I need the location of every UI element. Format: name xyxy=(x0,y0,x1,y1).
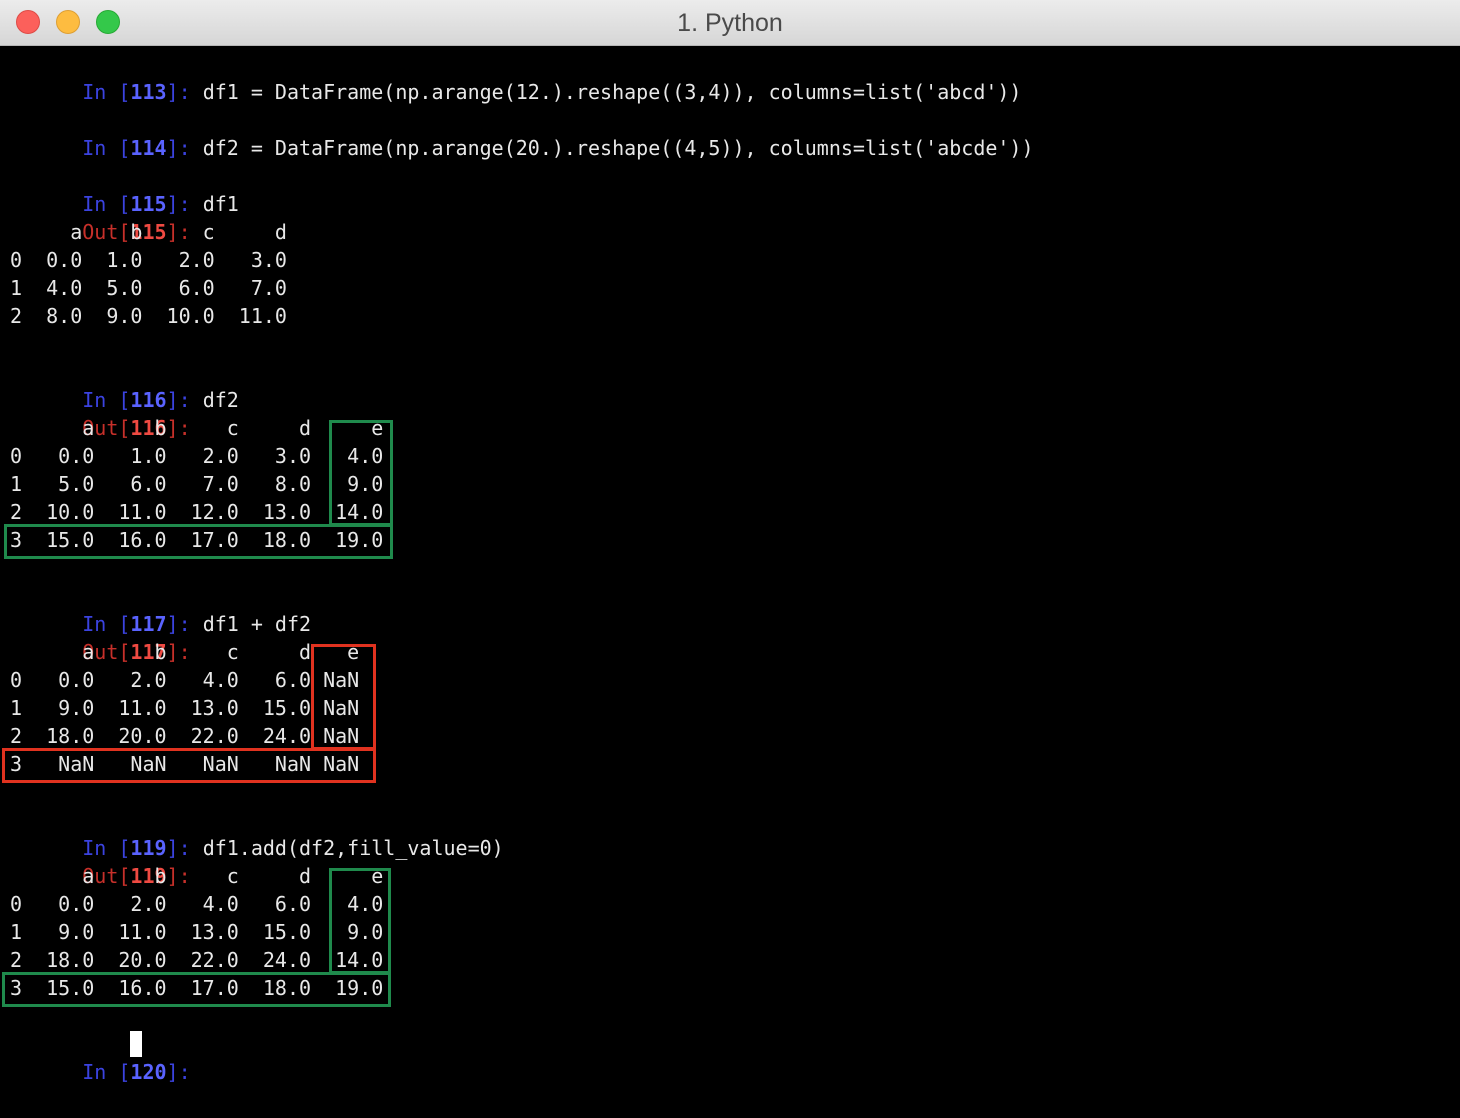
output-prompt-117: Out[117]: xyxy=(82,640,191,664)
add-row-0: 0 0.0 2.0 4.0 6.0 4.0 xyxy=(10,892,384,916)
df2-row-3: 3 15.0 16.0 17.0 18.0 19.0 xyxy=(10,528,384,552)
terminal-content[interactable]: In [113]: df1 = DataFrame(np.arange(12.)… xyxy=(0,46,1460,1118)
output-prompt-119: Out[119]: xyxy=(82,864,191,888)
code-117: df1 + df2 xyxy=(202,612,312,636)
input-line-113: In [113]: df1 = DataFrame(np.arange(12.)… xyxy=(82,80,1022,104)
add-row-3: 3 15.0 16.0 17.0 18.0 19.0 xyxy=(10,976,384,1000)
code-119: df1.add(df2,fill_value=0) xyxy=(202,836,504,860)
input-line-117: In [117]: df1 + df2 xyxy=(82,612,312,636)
code-116: df2 xyxy=(202,388,239,412)
title-bar[interactable]: 1. Python xyxy=(0,0,1460,46)
window-title: 1. Python xyxy=(677,9,783,37)
output-prompt-115: Out[115]: xyxy=(82,220,191,244)
text-cursor xyxy=(130,1031,142,1057)
input-line-115: In [115]: df1 xyxy=(82,192,239,216)
df2-row-2: 2 10.0 11.0 12.0 13.0 14.0 xyxy=(10,500,384,524)
df2-header-row: a b c d e xyxy=(10,416,384,440)
code-115: df1 xyxy=(202,192,239,216)
df2-row-0: 0 0.0 1.0 2.0 3.0 4.0 xyxy=(10,444,384,468)
add-row-2: 2 18.0 20.0 22.0 24.0 14.0 xyxy=(10,948,384,972)
sum-row-2: 2 18.0 20.0 22.0 24.0 NaN xyxy=(10,724,360,748)
input-line-119: In [119]: df1.add(df2,fill_value=0) xyxy=(82,836,504,860)
sum-row-0: 0 0.0 2.0 4.0 6.0 NaN xyxy=(10,668,360,692)
output-prompt-116: Out[116]: xyxy=(82,416,191,440)
df1-header-row: a b c d xyxy=(10,220,287,244)
code-113: df1 = DataFrame(np.arange(12.).reshape((… xyxy=(202,80,1022,104)
input-line-120[interactable]: In [120]: xyxy=(10,1030,203,1084)
input-line-114: In [114]: df2 = DataFrame(np.arange(20.)… xyxy=(82,136,1034,160)
code-114: df2 = DataFrame(np.arange(20.).reshape((… xyxy=(202,136,1034,160)
sum-header-row: a b c d e xyxy=(10,640,360,664)
df1-row-1: 1 4.0 5.0 6.0 7.0 xyxy=(10,276,287,300)
terminal-window: 1. Python In [113]: df1 = DataFrame(np.a… xyxy=(0,0,1460,1118)
df1-row-2: 2 8.0 9.0 10.0 11.0 xyxy=(10,304,287,328)
add-row-1: 1 9.0 11.0 13.0 15.0 9.0 xyxy=(10,920,384,944)
input-line-116: In [116]: df2 xyxy=(82,388,239,412)
df2-row-1: 1 5.0 6.0 7.0 8.0 9.0 xyxy=(10,472,384,496)
sum-row-3: 3 NaN NaN NaN NaN NaN xyxy=(10,752,360,776)
sum-row-1: 1 9.0 11.0 13.0 15.0 NaN xyxy=(10,696,360,720)
add-header-row: a b c d e xyxy=(10,864,384,888)
df1-row-0: 0 0.0 1.0 2.0 3.0 xyxy=(10,248,287,272)
